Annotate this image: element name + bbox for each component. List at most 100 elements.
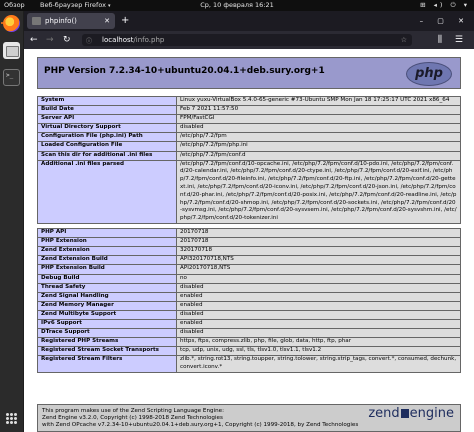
terminal-icon[interactable] (3, 69, 20, 86)
row-key: DTrace Support (37, 328, 177, 339)
page-info-icon[interactable]: ⓘ (86, 36, 92, 48)
row-value: Linux yuxu-VirtualBox 5.4.0-65-generic #… (176, 95, 461, 107)
table-row: Scan this dir for additional .ini files /… (37, 150, 461, 161)
row-value: Feb 7 2021 11:57:50 (176, 105, 461, 116)
row-value: /etc/php/7.2/fpm/php.ini (176, 141, 461, 152)
url-text[interactable]: localhost/info.php (102, 36, 164, 44)
row-key: Loaded Configuration File (37, 141, 177, 152)
window-controls[interactable]: – ▢ ✕ (420, 11, 470, 31)
row-key: Registered Stream Socket Transports (37, 346, 177, 357)
table-row: PHP Extension Build API20170718,NTS (37, 264, 461, 275)
table-row: Zend Signal Handling enabled (37, 291, 461, 302)
show-apps-icon[interactable] (6, 413, 17, 424)
row-value: disabled (176, 328, 461, 339)
tab-bar: phpinfo() ✕ + – ▢ ✕ (24, 11, 474, 31)
row-value: 320170718 (176, 246, 461, 257)
row-key: Registered PHP Streams (37, 337, 177, 348)
navigation-bar: ← → ↻ ⓘ localhost/info.php ☆ ⫼ ☰ (24, 31, 474, 49)
zend-footer: This program makes use of the Zend Scrip… (37, 404, 461, 432)
table-row: PHP API 20170718 (37, 228, 461, 239)
files-icon[interactable] (3, 42, 20, 59)
table-row: Registered Stream Socket Transports tcp, … (37, 346, 461, 357)
php-logo: php (406, 62, 452, 86)
table-row: Build Date Feb 7 2021 11:57:50 (37, 105, 461, 116)
table-row: Zend Extension Build API320170718,NTS (37, 255, 461, 266)
table-row: Configuration File (php.ini) Path/etc/ph… (37, 132, 461, 143)
table-row: PHP Extension 20170718 (37, 237, 461, 248)
table-row: Registered Stream Filters zlib.*, string.… (37, 355, 461, 373)
row-key: PHP Extension Build (37, 264, 177, 275)
row-key: Server API (37, 114, 177, 125)
row-key: Debug Build (37, 273, 177, 284)
reload-icon[interactable]: ↻ (63, 31, 71, 49)
toolbar-right-icons[interactable]: ⫼ ☰ (438, 31, 468, 49)
running-indicator (1, 22, 3, 24)
forward-arrow-icon[interactable]: → (46, 31, 54, 49)
phpinfo-page: PHP Version 7.2.34-10+ubuntu20.04.1+deb.… (24, 49, 474, 432)
row-value: /etc/php/7.2/fpm/conf.d (176, 150, 461, 161)
php-version-header: PHP Version 7.2.34-10+ubuntu20.04.1+deb.… (37, 57, 461, 89)
row-value: tcp, udp, unix, udg, ssl, tls, tlsv1.0, … (176, 346, 461, 357)
back-arrow-icon[interactable]: ← (30, 31, 38, 49)
row-key: Thread Safety (37, 282, 177, 293)
tab-phpinfo[interactable]: phpinfo() ✕ (27, 13, 115, 29)
row-value: API20170718,NTS (176, 264, 461, 275)
table-row: Additional .ini files parsed/etc/php/7.2… (37, 159, 461, 225)
system-top-bar: Обзор Веб-браузер Firefox ▾ Ср, 10 феврал… (0, 0, 474, 11)
table-row: IPv6 Support enabled (37, 318, 461, 330)
firefox-icon[interactable] (3, 15, 20, 32)
row-key: Zend Memory Manager (37, 300, 177, 311)
row-key: PHP API (37, 228, 177, 239)
table-row: Zend Extension 320170718 (37, 246, 461, 257)
table-row: System Linux yuxu-VirtualBox 5.4.0-65-gen… (37, 95, 461, 107)
row-key: Scan this dir for additional .ini files (37, 150, 177, 161)
table-row: Server API FPM/FastCGI (37, 114, 461, 125)
row-key: PHP Extension (37, 237, 177, 248)
url-bar[interactable]: ⓘ localhost/info.php ☆ (82, 34, 412, 46)
new-tab-button[interactable]: + (121, 13, 129, 29)
table-row: Registered PHP Streams https, ftps, compr… (37, 337, 461, 348)
row-key: Configuration File (php.ini) Path (37, 132, 177, 143)
zend-engine-logo: zend engine (368, 406, 454, 421)
tab-title: phpinfo() (45, 17, 77, 25)
info-table: System Linux yuxu-VirtualBox 5.4.0-65-gen… (37, 95, 461, 373)
table-row: Zend Multibyte Support disabled (37, 309, 461, 320)
row-value: no (176, 273, 461, 284)
row-key: Additional .ini files parsed (37, 159, 177, 225)
row-value: /etc/php/7.2/fpm (176, 132, 461, 143)
table-row: Thread Safety disabled (37, 282, 461, 293)
table-row: Zend Memory Manager enabled (37, 300, 461, 311)
table-row: DTrace Support disabled (37, 328, 461, 339)
row-value: https, ftps, compress.zlib, php, file, g… (176, 337, 461, 348)
row-key: Zend Multibyte Support (37, 309, 177, 320)
row-value: /etc/php/7.2/fpm/conf.d/10-opcache.ini, … (176, 159, 461, 225)
row-value: enabled (176, 300, 461, 311)
row-key: Zend Signal Handling (37, 291, 177, 302)
row-key: Zend Extension Build (37, 255, 177, 266)
row-value: FPM/FastCGI (176, 114, 461, 125)
bookmark-star-icon[interactable]: ☆ (401, 34, 407, 46)
row-value: API320170718,NTS (176, 255, 461, 266)
close-tab-icon[interactable]: ✕ (104, 13, 110, 29)
row-value: 20170718 (176, 237, 461, 248)
dock (0, 11, 23, 432)
row-value: disabled (176, 282, 461, 293)
row-value: disabled (176, 309, 461, 320)
table-row: Virtual Directory Support disabled (37, 123, 461, 134)
footer-line: with Zend OPcache v7.2.34-10+ubuntu20.04… (42, 422, 359, 428)
system-tray[interactable]: ⊞ ◂) ⏻ ▾ (420, 0, 470, 11)
row-value: enabled (176, 291, 461, 302)
row-value: zlib.*, string.rot13, string.toupper, st… (176, 355, 461, 373)
row-key: Zend Extension (37, 246, 177, 257)
clock[interactable]: Ср, 10 февраля 16:21 (0, 0, 474, 11)
page-icon (32, 17, 41, 25)
row-key: System (37, 95, 177, 107)
row-key: Virtual Directory Support (37, 123, 177, 134)
row-key: IPv6 Support (37, 318, 177, 330)
row-key: Registered Stream Filters (37, 355, 177, 373)
page-title: PHP Version 7.2.34-10+ubuntu20.04.1+deb.… (44, 66, 325, 76)
row-value: disabled (176, 123, 461, 134)
row-key: Build Date (37, 105, 177, 116)
row-value: 20170718 (176, 228, 461, 239)
firefox-window: phpinfo() ✕ + – ▢ ✕ ← → ↻ ⓘ localhost/in… (24, 11, 474, 432)
